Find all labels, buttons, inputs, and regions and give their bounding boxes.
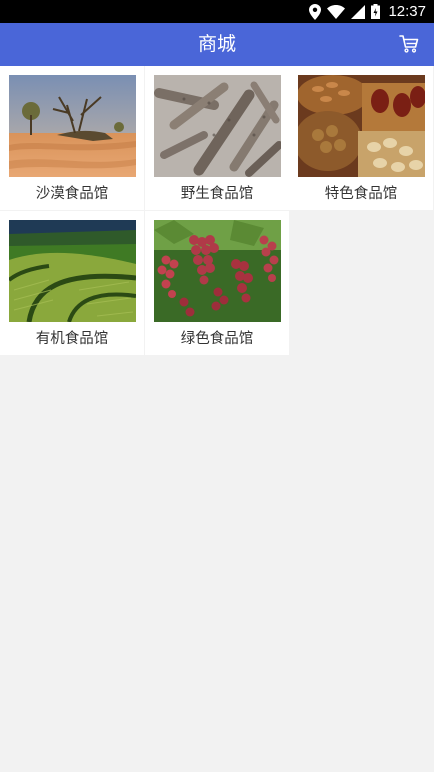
status-time: 12:37: [388, 3, 426, 20]
battery-icon: [371, 4, 381, 19]
page-title: 商城: [197, 33, 236, 55]
status-icons: 12:37: [309, 0, 426, 23]
category-label: 沙漠食品馆: [35, 186, 109, 202]
desert-landscape-image: [9, 75, 136, 177]
cart-icon: [399, 35, 419, 53]
category-label: 特色食品馆: [324, 186, 398, 202]
signal-icon: [351, 4, 366, 19]
category-label: 有机食品馆: [35, 331, 109, 347]
terraced-fields-image: [9, 220, 136, 322]
location-icon: [309, 3, 322, 20]
category-tile-organic[interactable]: 有机食品馆: [0, 211, 144, 355]
category-tile-specialty[interactable]: 特色食品馆: [289, 66, 433, 210]
app-bar: 商城: [0, 23, 434, 66]
category-label: 野生食品馆: [180, 186, 254, 202]
status-bar: 12:37: [0, 0, 434, 23]
grapes-vine-image: [154, 220, 281, 322]
cart-button[interactable]: [398, 33, 420, 55]
wild-roots-image: [154, 75, 281, 177]
category-label: 绿色食品馆: [180, 331, 254, 347]
category-tile-green[interactable]: 绿色食品馆: [145, 211, 289, 355]
wifi-icon: [327, 4, 346, 19]
nuts-baskets-image: [298, 75, 425, 177]
category-tile-desert[interactable]: 沙漠食品馆: [0, 66, 144, 210]
category-tile-wild[interactable]: 野生食品馆: [145, 66, 289, 210]
